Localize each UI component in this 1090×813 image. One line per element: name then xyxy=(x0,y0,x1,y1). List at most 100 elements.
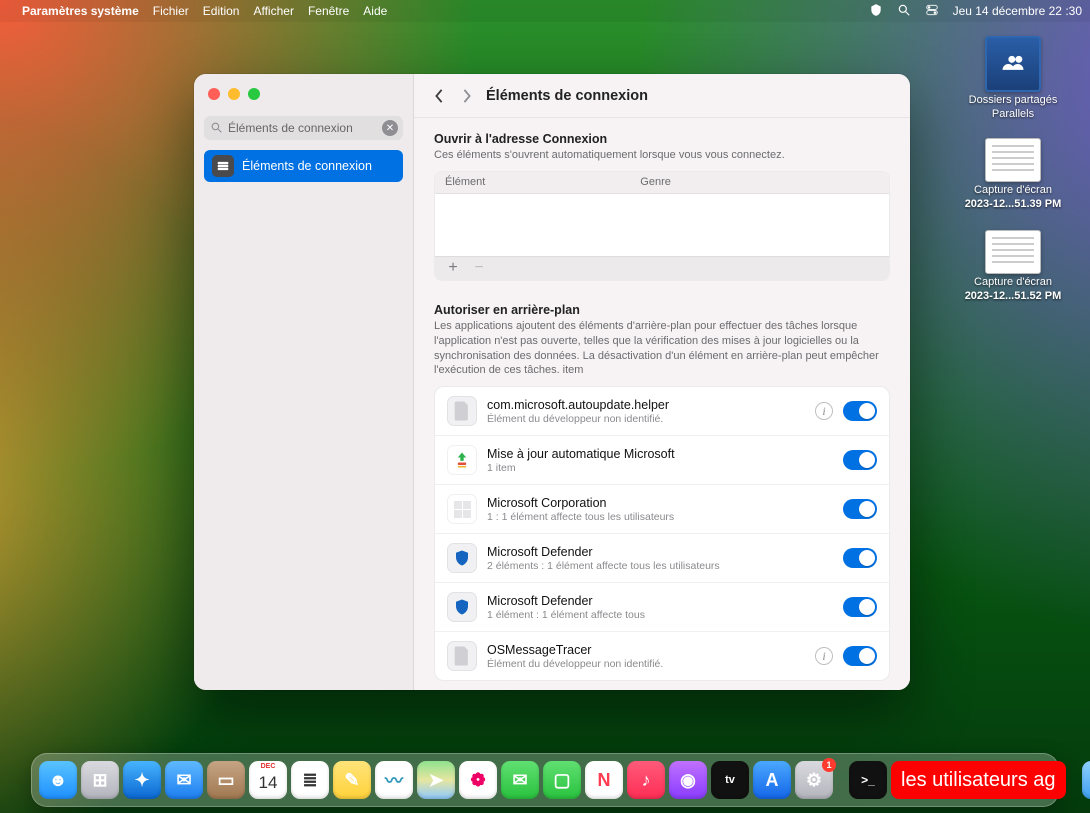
sidebar-item-login-items[interactable]: Éléments de connexion xyxy=(204,150,403,182)
toggle-switch[interactable] xyxy=(843,499,877,519)
sidebar-search-input[interactable] xyxy=(204,116,403,140)
shield-icon xyxy=(447,592,477,622)
dock-app-appstore[interactable]: A xyxy=(753,761,791,799)
toggle-switch[interactable] xyxy=(843,646,877,666)
dock-app-safari[interactable]: ✦ xyxy=(123,761,161,799)
table-header: Élément Genre xyxy=(435,172,889,194)
menu-item-file[interactable]: Fichier xyxy=(153,4,189,18)
background-item-row: OSMessageTracerÉlément du développeur no… xyxy=(435,632,889,680)
microsoft-icon xyxy=(447,494,477,524)
minimize-button[interactable] xyxy=(228,88,240,100)
menu-item-view[interactable]: Afficher xyxy=(253,4,293,18)
remove-item-button[interactable]: − xyxy=(471,259,487,277)
bg-item-text: Mise à jour automatique Microsoft1 item xyxy=(487,447,833,474)
desktop-item-screenshot-2[interactable]: Capture d'écran 2023-12...51.52 PM xyxy=(958,230,1068,302)
sidebar: ✕ Éléments de connexion xyxy=(194,74,414,690)
toggle-switch[interactable] xyxy=(843,450,877,470)
control-center-icon[interactable] xyxy=(925,3,939,20)
bg-item-sub: 1 item xyxy=(487,462,833,474)
dock-app-launchpad[interactable]: ⊞ xyxy=(81,761,119,799)
login-items-table: Élément Genre + − xyxy=(434,171,890,281)
toggle-switch[interactable] xyxy=(843,401,877,421)
bg-item-name: com.microsoft.autoupdate.helper xyxy=(487,398,805,412)
shared-folder-icon xyxy=(985,36,1041,92)
bg-item-name: OSMessageTracer xyxy=(487,643,805,657)
info-button[interactable]: i xyxy=(815,402,833,420)
col-element: Élément xyxy=(445,176,640,188)
desktop-item-screenshot-1[interactable]: Capture d'écran 2023-12...51.39 PM xyxy=(958,138,1068,210)
dock-app-music[interactable]: ♪ xyxy=(627,761,665,799)
background-item-row: Microsoft Corporation1 : 1 élément affec… xyxy=(435,485,889,534)
window-traffic-lights xyxy=(204,84,403,110)
dock-app-podcasts[interactable]: ◉ xyxy=(669,761,707,799)
dock-app-notes[interactable]: ✎ xyxy=(333,761,371,799)
desktop-item-label2: 2023-12...51.52 PM xyxy=(965,290,1062,302)
dock-app-maps[interactable]: ➤ xyxy=(417,761,455,799)
login-items-icon xyxy=(212,155,234,177)
search-clear-button[interactable]: ✕ xyxy=(382,120,398,136)
dock-app-calendar[interactable]: DEC14 xyxy=(249,761,287,799)
toggle-switch[interactable] xyxy=(843,548,877,568)
screenshot-thumbnail-icon xyxy=(985,230,1041,274)
menubar-clock[interactable]: Jeu 14 décembre 22 :30 xyxy=(953,4,1082,18)
page-title: Éléments de connexion xyxy=(486,88,648,104)
dock-app-terminal[interactable]: >_ xyxy=(849,761,887,799)
desktop-item-label: Capture d'écran xyxy=(974,184,1052,196)
dock-app-reminders[interactable]: ≣ xyxy=(291,761,329,799)
spotlight-icon[interactable] xyxy=(897,3,911,20)
dock-app-folder[interactable]: ▥ xyxy=(1082,761,1090,799)
dock-app-contacts[interactable]: ▭ xyxy=(207,761,245,799)
badge: 1 xyxy=(822,758,836,772)
search-icon xyxy=(210,121,223,139)
desktop-item-label2: Parallels xyxy=(992,108,1034,120)
background-item-row: com.microsoft.autoupdate.helperÉlément d… xyxy=(435,387,889,436)
sidebar-item-label: Éléments de connexion xyxy=(242,159,372,173)
desktop-item-label2: 2023-12...51.39 PM xyxy=(965,198,1062,210)
dock-running-label[interactable]: les utilisateurs ag xyxy=(891,761,1066,799)
info-button[interactable]: i xyxy=(815,647,833,665)
nav-back-button[interactable] xyxy=(430,87,448,105)
dock-app-photos[interactable]: ❁ xyxy=(459,761,497,799)
dock-app-tv[interactable]: tv xyxy=(711,761,749,799)
menu-item-window[interactable]: Fenêtre xyxy=(308,4,349,18)
add-item-button[interactable]: + xyxy=(445,259,461,277)
document-icon xyxy=(447,641,477,671)
bg-item-name: Microsoft Defender xyxy=(487,545,833,559)
bg-item-text: Microsoft Defender1 élément : 1 élément … xyxy=(487,594,833,621)
dock-app-facetime[interactable]: ▢ xyxy=(543,761,581,799)
zoom-button[interactable] xyxy=(248,88,260,100)
desktop-item-label: Capture d'écran xyxy=(974,276,1052,288)
menu-item-help[interactable]: Aide xyxy=(363,4,387,18)
menu-app-name[interactable]: Paramètres système xyxy=(22,4,139,18)
table-body-empty[interactable] xyxy=(435,194,889,256)
bg-item-name: Microsoft Corporation xyxy=(487,496,833,510)
dock-app-settings[interactable]: ⚙1 xyxy=(795,761,833,799)
open-at-login-title: Ouvrir à l'adresse Connexion xyxy=(434,132,890,146)
update-icon xyxy=(447,445,477,475)
desktop-item-label: Dossiers partagés xyxy=(969,94,1058,106)
dock-app-mail[interactable]: ✉ xyxy=(165,761,203,799)
desktop-item-shared-folder[interactable]: Dossiers partagés Parallels xyxy=(958,36,1068,120)
allow-background-title: Autoriser en arrière-plan xyxy=(434,303,890,317)
bg-item-sub: Élément du développeur non identifié. xyxy=(487,658,805,670)
bg-item-text: OSMessageTracerÉlément du développeur no… xyxy=(487,643,805,670)
table-footer: + − xyxy=(435,256,889,280)
menubar: Paramètres système Fichier Edition Affic… xyxy=(0,0,1090,22)
bg-item-sub: 1 : 1 élément affecte tous les utilisate… xyxy=(487,511,833,523)
dock-app-freeform[interactable]: 〰 xyxy=(375,761,413,799)
background-item-row: Microsoft Defender2 éléments : 1 élément… xyxy=(435,534,889,583)
close-button[interactable] xyxy=(208,88,220,100)
dock-app-news[interactable]: N xyxy=(585,761,623,799)
content-titlebar: Éléments de connexion xyxy=(414,74,910,118)
dock-app-finder[interactable]: ☻ xyxy=(39,761,77,799)
background-item-row: Microsoft Defender1 élément : 1 élément … xyxy=(435,583,889,632)
status-icon-1[interactable] xyxy=(869,3,883,20)
menu-item-edit[interactable]: Edition xyxy=(203,4,240,18)
col-kind: Genre xyxy=(640,176,879,188)
background-item-row: Mise à jour automatique Microsoft1 item xyxy=(435,436,889,485)
bg-item-text: Microsoft Corporation1 : 1 élément affec… xyxy=(487,496,833,523)
shield-icon xyxy=(447,543,477,573)
toggle-switch[interactable] xyxy=(843,597,877,617)
dock-app-messages[interactable]: ✉ xyxy=(501,761,539,799)
bg-item-text: com.microsoft.autoupdate.helperÉlément d… xyxy=(487,398,805,425)
